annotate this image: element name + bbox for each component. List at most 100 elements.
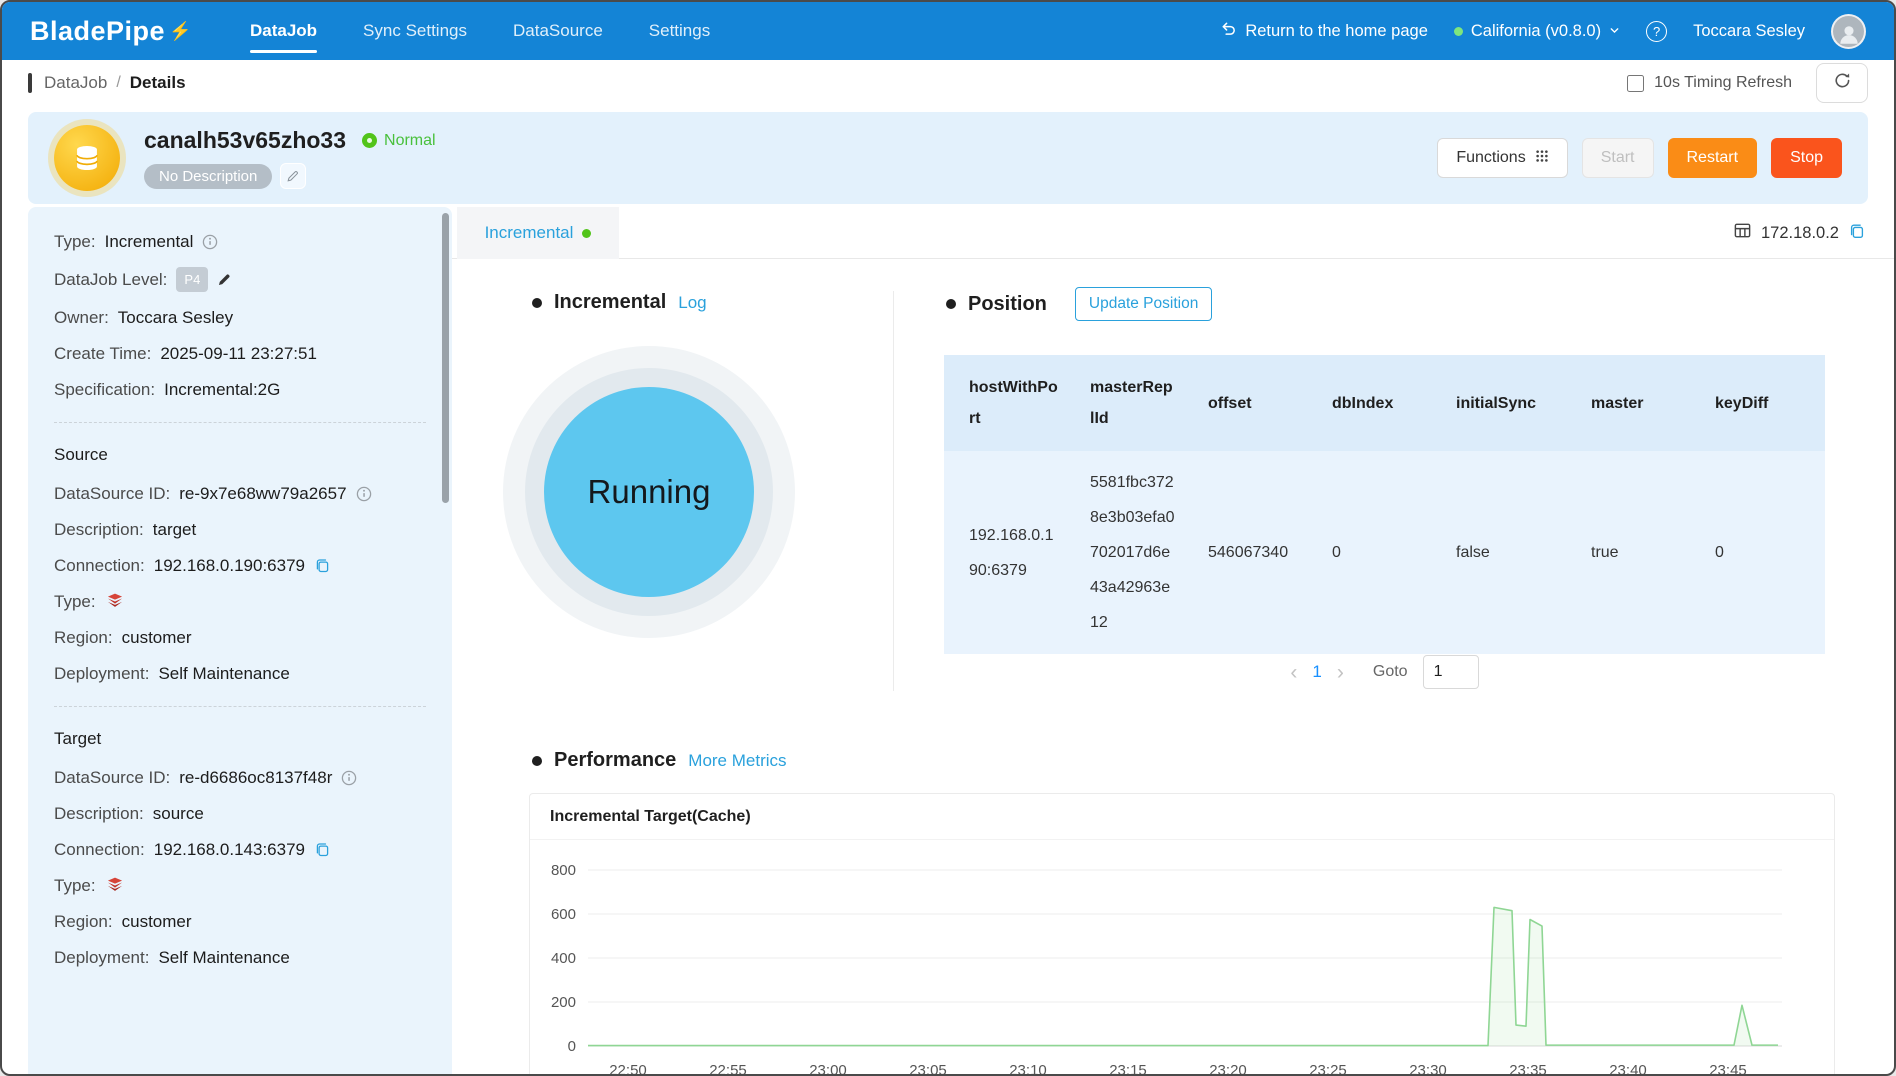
job-header-card: canalh53v65zho33 Normal No Description F…	[28, 112, 1868, 204]
tab-incremental[interactable]: Incremental	[457, 207, 619, 259]
return-home-link[interactable]: Return to the home page	[1220, 20, 1428, 42]
cell-keydiff: 0	[1690, 451, 1825, 654]
target-row-datasource-id: DataSource ID: re-d6686oc8137f48r	[54, 767, 426, 788]
nav-item-datajob[interactable]: DataJob	[249, 2, 318, 60]
stop-button[interactable]: Stop	[1771, 138, 1842, 178]
timing-refresh-checkbox[interactable]	[1627, 74, 1645, 92]
position-table: hostWithPort masterReplId offset dbIndex…	[944, 355, 1825, 654]
svg-text:23:10: 23:10	[1009, 1062, 1047, 1076]
info-icon[interactable]	[356, 486, 372, 502]
pagination: ‹ 1 › Goto	[944, 655, 1825, 689]
cell-initialsync: false	[1431, 451, 1566, 654]
col-header: master	[1566, 355, 1690, 451]
breadcrumb-parent[interactable]: DataJob	[44, 73, 107, 93]
top-navbar: BladePipe ⚡ DataJob Sync Settings DataSou…	[2, 2, 1894, 60]
log-link[interactable]: Log	[678, 293, 706, 313]
main-nav: DataJob Sync Settings DataSource Setting…	[249, 2, 710, 60]
svg-text:23:15: 23:15	[1109, 1062, 1147, 1076]
running-status-text: Running	[587, 473, 711, 510]
bullet-icon	[532, 297, 542, 308]
col-header: offset	[1183, 355, 1307, 451]
nav-item-settings[interactable]: Settings	[649, 2, 710, 60]
breadcrumb-row: DataJob / Details 10s Timing Refresh	[2, 60, 1894, 106]
performance-section-header: Performance More Metrics	[532, 749, 787, 772]
refresh-controls: 10s Timing Refresh	[1627, 63, 1868, 103]
svg-text:23:35: 23:35	[1509, 1062, 1547, 1076]
lightning-icon: ⚡	[169, 20, 192, 41]
target-row-type: Type:	[54, 875, 426, 896]
source-row-region: Region: customer	[54, 628, 192, 647]
info-icon[interactable]	[341, 770, 357, 786]
tab-status-dot	[582, 228, 592, 238]
nav-item-sync-settings[interactable]: Sync Settings	[363, 2, 467, 60]
svg-text:0: 0	[568, 1038, 576, 1055]
edit-level-pencil-icon[interactable]	[217, 272, 232, 287]
current-page[interactable]: 1	[1312, 662, 1321, 682]
job-name: canalh53v65zho33	[144, 127, 347, 153]
copy-icon[interactable]	[314, 557, 331, 574]
start-button[interactable]: Start	[1581, 138, 1654, 178]
grid-icon	[1535, 149, 1549, 168]
target-row-connection: Connection: 192.168.0.143:6379	[54, 839, 426, 860]
incremental-section-header: Incremental Log	[532, 291, 707, 314]
svg-text:600: 600	[551, 906, 576, 923]
goto-label: Goto	[1372, 663, 1408, 680]
description-pill: No Description	[144, 163, 273, 189]
breadcrumb-accent-bar	[28, 73, 32, 93]
main-content: Incremental 172.18.0.2 Incremental Log R…	[452, 207, 1894, 1074]
update-position-button[interactable]: Update Position	[1074, 287, 1213, 321]
refresh-icon	[1833, 71, 1852, 95]
avatar[interactable]	[1831, 13, 1866, 49]
region-selector[interactable]: California (v0.8.0)	[1453, 22, 1620, 41]
svg-text:23:45: 23:45	[1709, 1062, 1747, 1076]
position-section-header: Position Update Position	[946, 287, 1213, 321]
bullet-icon	[946, 299, 956, 309]
brand-logo[interactable]: BladePipe ⚡	[30, 16, 192, 47]
cell-masterreplid: 5581fbc3728e3b03efa0702017d6e43a42963e12	[1065, 451, 1183, 654]
redis-icon	[105, 592, 125, 612]
col-header: initialSync	[1431, 355, 1566, 451]
prev-page-arrow[interactable]: ‹	[1290, 662, 1297, 683]
source-row-type: Type:	[54, 591, 426, 612]
copy-icon[interactable]	[1848, 222, 1866, 245]
section-divider	[893, 291, 894, 691]
user-name[interactable]: Toccara Sesley	[1693, 22, 1805, 41]
svg-text:23:20: 23:20	[1209, 1062, 1247, 1076]
cell-hostwithport: 192.168.0.190:6379	[944, 451, 1065, 654]
status-badge: Normal	[362, 132, 436, 150]
table-row: 192.168.0.190:6379 5581fbc3728e3b03efa07…	[944, 451, 1825, 654]
info-icon[interactable]	[202, 234, 218, 250]
cell-offset: 546067340	[1183, 451, 1307, 654]
line-chart: 0 200 400 600 800 22:50 22:55 23:00 23:05 23:10 23…	[551, 862, 1782, 1076]
svg-text:23:05: 23:05	[909, 1062, 947, 1076]
nav-item-datasource[interactable]: DataSource	[513, 2, 603, 60]
database-icon	[54, 125, 120, 191]
svg-text:23:40: 23:40	[1609, 1062, 1647, 1076]
svg-text:23:30: 23:30	[1409, 1062, 1447, 1076]
svg-text:22:50: 22:50	[609, 1062, 647, 1076]
source-row-datasource-id: DataSource ID: re-9x7e68ww79a2657	[54, 483, 426, 504]
target-row-region: Region: customer	[54, 912, 192, 931]
target-row-description: Description: source	[54, 804, 204, 823]
edit-description-button[interactable]	[280, 163, 307, 189]
refresh-button[interactable]	[1816, 63, 1868, 103]
job-actions: Functions Start Restart Stop	[1437, 138, 1842, 178]
app-window: BladePipe ⚡ DataJob Sync Settings DataSou…	[0, 0, 1896, 1076]
level-badge: P4	[176, 267, 209, 292]
brand-name: BladePipe	[30, 15, 166, 46]
sidebar-scrollbar[interactable]	[442, 213, 449, 503]
info-row-type: Type: Incremental	[54, 231, 426, 252]
copy-icon[interactable]	[314, 841, 331, 858]
more-metrics-link[interactable]: More Metrics	[688, 751, 786, 771]
functions-button[interactable]: Functions	[1437, 138, 1568, 178]
goto-page-input[interactable]	[1422, 655, 1479, 689]
next-page-arrow[interactable]: ›	[1337, 662, 1344, 683]
col-header: keyDiff	[1690, 355, 1825, 451]
target-row-deployment: Deployment: Self Maintenance	[54, 948, 290, 967]
breadcrumb-separator: /	[116, 74, 121, 91]
help-icon[interactable]: ?	[1646, 20, 1668, 42]
restart-button[interactable]: Restart	[1667, 138, 1758, 178]
svg-text:23:25: 23:25	[1309, 1062, 1347, 1076]
info-row-create-time: Create Time: 2025-09-11 23:27:51	[54, 344, 317, 363]
info-row-level: DataJob Level: P4	[54, 267, 426, 292]
